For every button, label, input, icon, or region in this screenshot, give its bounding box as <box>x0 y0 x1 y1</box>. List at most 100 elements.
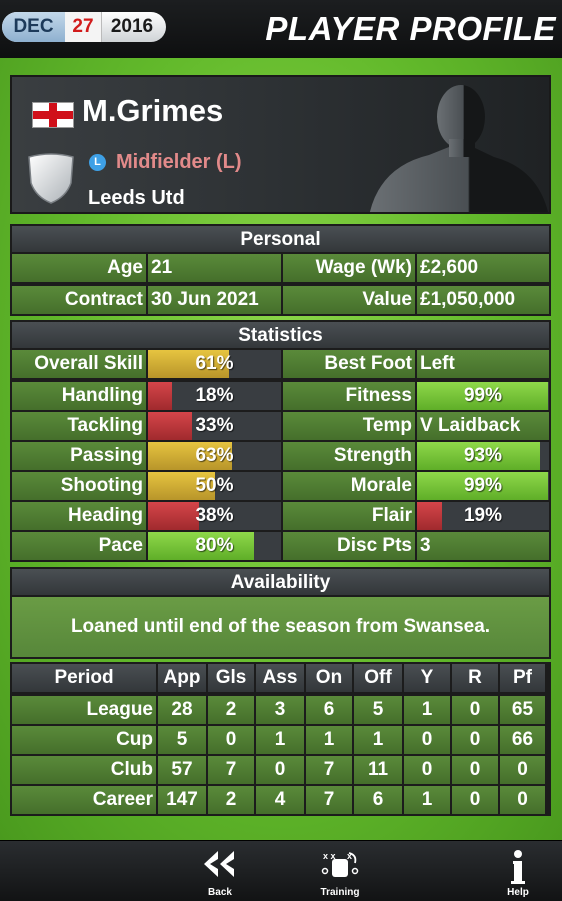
stat-bar: 63% <box>148 442 283 470</box>
period-cell: Career <box>12 786 158 814</box>
stat-value: 99% <box>463 475 503 496</box>
player-name: M.Grimes <box>82 93 224 128</box>
table-header-cell: R <box>452 664 500 692</box>
table-cell: 2 <box>208 696 256 724</box>
date-day: 27 <box>65 12 102 42</box>
stat-bar: 18% <box>148 382 283 410</box>
stat-value: 63% <box>195 445 234 466</box>
stat-row: Tackling 33% Temp V Laidback <box>12 410 549 440</box>
stat-row: Heading 38% Flair 19% <box>12 500 549 530</box>
back-button[interactable]: Back <box>180 841 260 901</box>
stat-row: Pace 80% Disc Pts 3 <box>12 530 549 560</box>
info-icon <box>511 850 525 884</box>
table-cell: 6 <box>306 696 354 724</box>
stat-label: Disc Pts <box>283 532 417 560</box>
table-cell: 0 <box>256 756 306 784</box>
stat-label: Handling <box>12 382 148 410</box>
stat-bar: 93% <box>417 442 549 470</box>
stat-label: Pace <box>12 532 148 560</box>
stat-label: Heading <box>12 502 148 530</box>
stat-value: Left <box>417 350 549 378</box>
wage-value: £2,600 <box>417 254 549 282</box>
stat-value: 80% <box>195 535 234 556</box>
period-cell: Club <box>12 756 158 784</box>
england-flag-icon <box>32 102 74 128</box>
table-row: Career 147 2 4 7 6 1 0 0 <box>12 784 549 814</box>
stat-value: 3 <box>417 532 549 560</box>
training-button[interactable]: x x x Training <box>300 841 380 901</box>
stat-bar: 80% <box>148 532 283 560</box>
availability-text: Loaned until end of the season from Swan… <box>12 597 549 657</box>
table-cell: 0 <box>452 756 500 784</box>
table-cell: 0 <box>208 726 256 754</box>
table-header-cell: Y <box>404 664 452 692</box>
stat-value: 61% <box>195 353 234 374</box>
stat-value: 93% <box>463 445 503 466</box>
stat-label: Flair <box>283 502 417 530</box>
table-header-cell: Off <box>354 664 404 692</box>
table-row: Club 57 7 0 7 11 0 0 0 <box>12 754 549 784</box>
table-cell: 7 <box>306 786 354 814</box>
table-cell: 0 <box>500 786 545 814</box>
table-cell: 5 <box>354 696 404 724</box>
double-chevron-left-icon <box>204 851 234 877</box>
stat-row: Overall Skill 61% Best Foot Left <box>12 350 549 380</box>
age-value: 21 <box>148 254 283 282</box>
help-button[interactable]: Help <box>478 841 558 901</box>
age-label: Age <box>12 254 148 282</box>
table-cell: 1 <box>306 726 354 754</box>
table-cell: 1 <box>256 726 306 754</box>
page-title: PLAYER PROFILE <box>265 10 556 47</box>
stat-value: 38% <box>195 505 234 526</box>
player-position: Midfielder (L) <box>116 151 242 173</box>
stat-bar: 19% <box>417 502 549 530</box>
table-cell: 65 <box>500 696 545 724</box>
stat-label: Morale <box>283 472 417 500</box>
top-bar: DEC 27 2016 PLAYER PROFILE <box>0 0 562 58</box>
stat-bar: 61% <box>148 350 283 378</box>
table-cell: 0 <box>452 786 500 814</box>
stat-value: 33% <box>195 415 234 436</box>
table-cell: 0 <box>500 756 545 784</box>
table-cell: 4 <box>256 786 306 814</box>
table-header-cell: App <box>158 664 208 692</box>
table-header-cell: Ass <box>256 664 306 692</box>
stat-value: V Laidback <box>417 412 549 440</box>
table-cell: 3 <box>256 696 306 724</box>
personal-panel-title: Personal <box>12 226 549 254</box>
personal-panel: Personal Age 21 Wage (Wk) £2,600 Contrac… <box>10 224 551 316</box>
stat-row: Passing 63% Strength 93% <box>12 440 549 470</box>
stat-bar: 99% <box>417 472 549 500</box>
table-cell: 2 <box>208 786 256 814</box>
contract-value: 30 Jun 2021 <box>148 286 283 314</box>
stat-bar: 33% <box>148 412 283 440</box>
back-label: Back <box>208 887 232 898</box>
date-year: 2016 <box>110 16 154 37</box>
table-cell: 7 <box>208 756 256 784</box>
stat-value: 50% <box>195 475 234 496</box>
date-display: DEC 27 2016 <box>2 12 166 42</box>
player-club: Leeds Utd <box>88 187 185 209</box>
training-label: Training <box>320 887 360 898</box>
table-cell: 147 <box>158 786 208 814</box>
stat-label: Fitness <box>283 382 417 410</box>
table-cell: 1 <box>354 726 404 754</box>
stat-value: 18% <box>195 385 234 406</box>
player-silhouette-icon <box>370 85 548 212</box>
stat-label: Strength <box>283 442 417 470</box>
stat-bar: 38% <box>148 502 283 530</box>
table-cell: 5 <box>158 726 208 754</box>
value-value: £1,050,000 <box>417 286 549 314</box>
stat-row: Handling 18% Fitness 99% <box>12 380 549 410</box>
availability-panel-title: Availability <box>12 569 549 597</box>
period-cell: League <box>12 696 158 724</box>
availability-panel: Availability Loaned until end of the sea… <box>10 567 551 659</box>
stat-label: Temp <box>283 412 417 440</box>
help-label: Help <box>507 887 529 898</box>
table-cell: 28 <box>158 696 208 724</box>
stat-label: Tackling <box>12 412 148 440</box>
table-cell: 0 <box>452 696 500 724</box>
stat-bar: 99% <box>417 382 549 410</box>
statistics-panel: Statistics Overall Skill 61% Best Foot Left… <box>10 320 551 562</box>
contract-label: Contract <box>12 286 148 314</box>
